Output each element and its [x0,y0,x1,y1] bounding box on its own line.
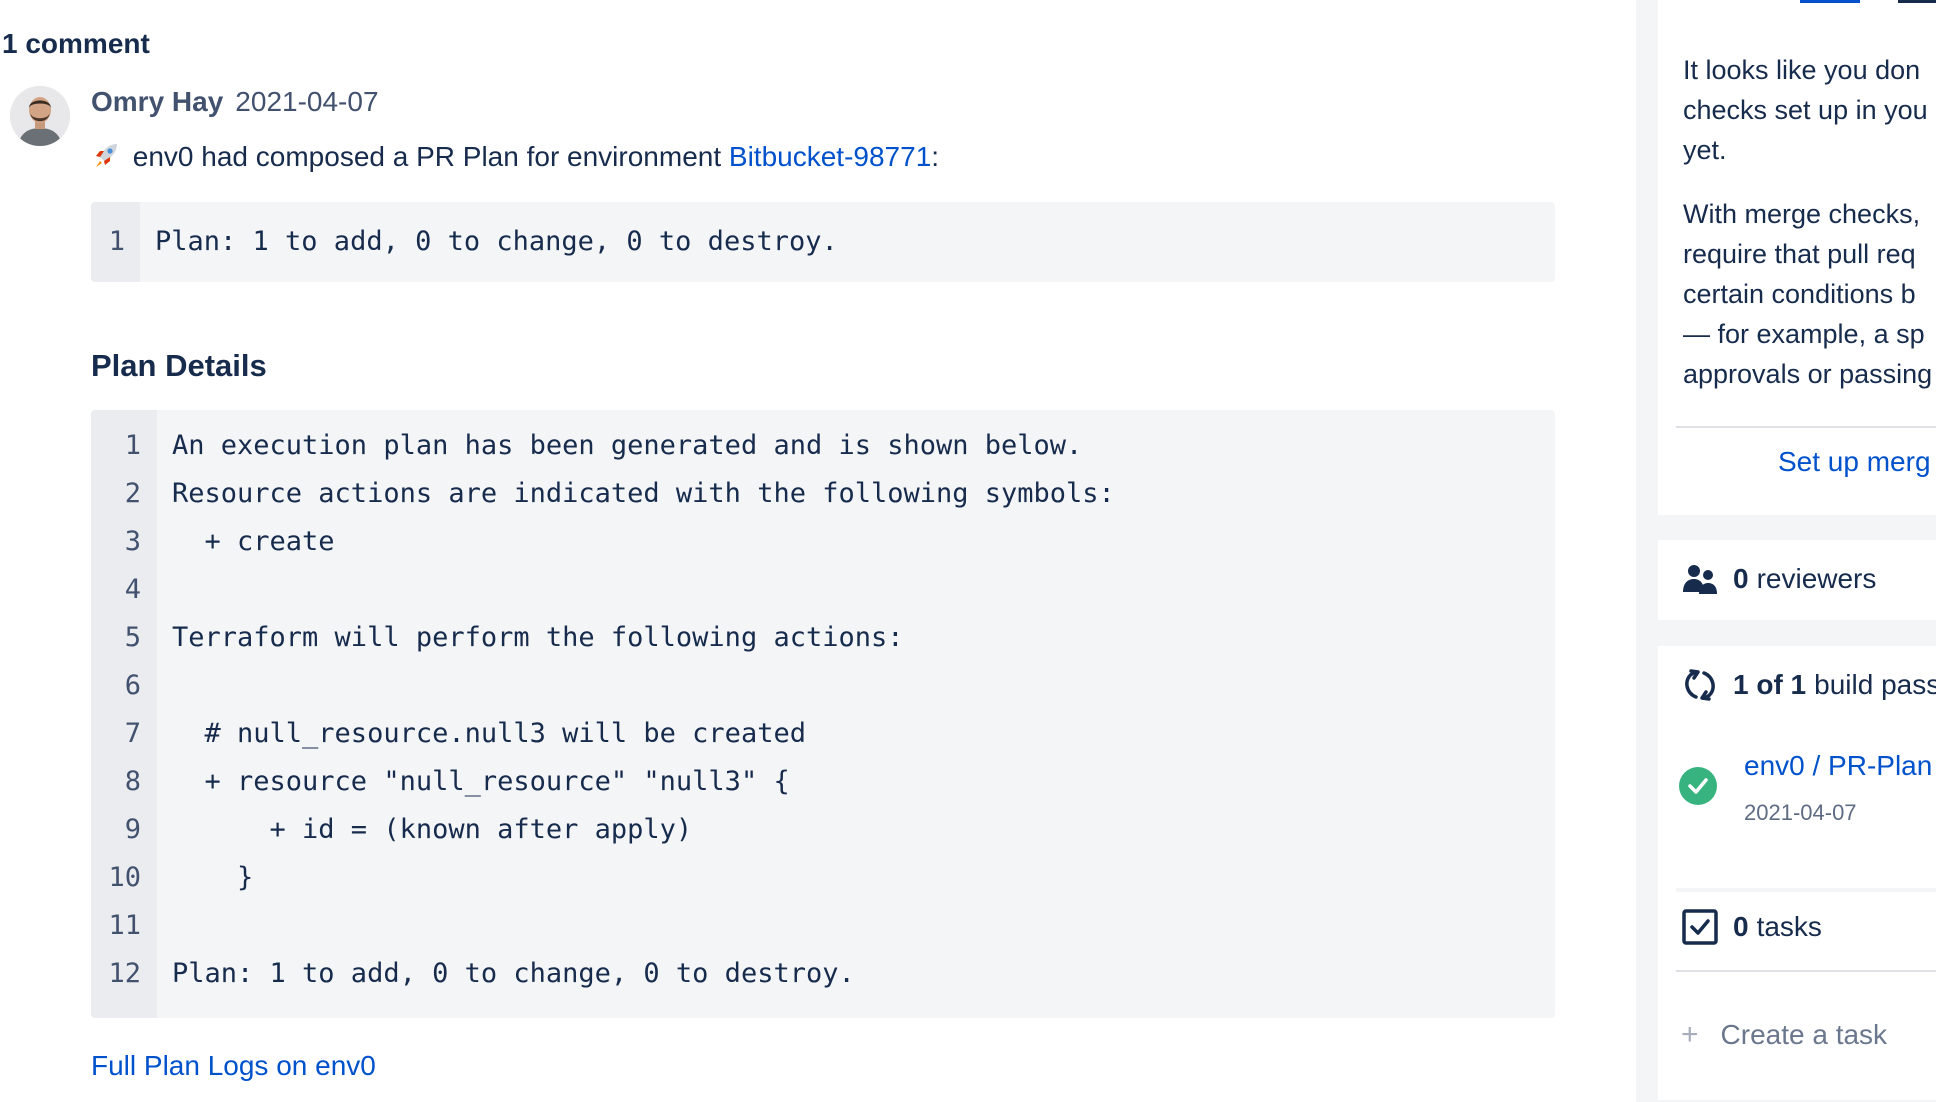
line-number: 12 [108,958,141,989]
code-line: 6 [91,662,172,710]
line-number: 11 [108,910,141,941]
plan-details-title: Plan Details [91,348,267,383]
code-text: Terraform will perform the following act… [172,622,904,653]
code-text: + resource "null_resource" "null3" { [172,766,790,797]
line-number: 10 [108,862,141,893]
line-number: 1 [124,430,141,461]
tab-indicator [1898,0,1936,3]
code-line: 10 } [91,854,253,902]
refresh-icon [1685,669,1715,701]
builds-label: build pass [1814,669,1936,700]
setup-merge-checks-link[interactable]: Set up merg [1778,446,1931,478]
code-line: 12 Plan: 1 to add, 0 to change, 0 to dest… [91,950,855,998]
create-task-label: Create a task [1720,1019,1888,1050]
code-text: Plan: 1 to add, 0 to change, 0 to destro… [155,226,838,257]
merge-checks-text-line: require that pull req [1683,239,1916,269]
card-gap [1676,888,1936,892]
code-line: 8 + resource "null_resource" "null3" { [91,758,790,806]
line-number: 5 [124,622,141,653]
builds-count: 1 of 1 [1733,669,1807,700]
reviewers-label: reviewers [1756,563,1877,594]
merge-checks-text-line: — for example, a sp [1683,319,1925,349]
comment-text: env0 had composed a PR Plan for environm… [132,141,722,172]
code-line: 4 [91,566,172,614]
code-line: 11 [91,902,172,950]
plan-details-code-block: 1 An execution plan has been generated an… [91,410,1555,1018]
avatar-image [10,86,70,146]
environment-link[interactable]: Bitbucket-98771 [729,141,931,172]
merge-checks-text-line: checks set up in you [1683,95,1928,125]
merge-checks-text-line: It looks like you don [1683,55,1921,85]
comment-date[interactable]: 2021-04-07 [235,86,378,117]
code-text: } [172,862,254,893]
code-text: Plan: 1 to add, 0 to change, 0 to destro… [172,958,855,989]
pull-request-activity: 1 comment Omry Hay 2021-04-07 env0 had co… [0,0,1600,1102]
reviewers-count: 0 [1733,563,1749,594]
code-line: 3 + create [91,518,335,566]
code-text: + create [172,526,335,557]
tasks-label: tasks [1756,911,1822,942]
code-line: 7 # null_resource.null3 will be created [91,710,806,758]
line-number: 7 [124,718,141,749]
builds-row[interactable]: 1 of 1 build pass [1681,666,1936,704]
checkbox-icon [1682,909,1718,945]
tasks-row[interactable]: 0 tasks [1681,908,1822,946]
merge-checks-text-line: approvals or passing [1683,359,1933,389]
create-task-button[interactable]: + Create a task [1681,1018,1887,1052]
active-tab-indicator [1800,0,1860,3]
people-icon [1683,565,1717,594]
code-text: + id = (known after apply) [172,814,693,845]
line-number: 3 [124,526,141,557]
sidebar: It looks like you don checks set up in y… [1636,0,1936,1102]
divider [1676,426,1936,428]
line-number: 8 [124,766,141,797]
comment-body: env0 had composed a PR Plan for environm… [91,140,939,173]
divider [1676,970,1936,972]
merge-checks-text-line: With merge checks, [1683,199,1921,229]
line-number: 9 [124,814,141,845]
build-link[interactable]: env0 / PR-Plan [1744,750,1932,782]
line-number: 1 [108,226,125,257]
plan-summary-code-block: 1 Plan: 1 to add, 0 to change, 0 to destr… [91,202,1555,282]
code-line: 1 An execution plan has been generated an… [91,422,1083,470]
line-number: 6 [124,670,141,701]
code-text: An execution plan has been generated and… [172,430,1083,461]
code-line: 1 Plan: 1 to add, 0 to change, 0 to destr… [91,218,838,266]
merge-checks-text-line: certain conditions b [1683,279,1916,309]
code-text: Resource actions are indicated with the … [172,478,1115,509]
code-line: 5 Terraform will perform the following ac… [91,614,904,662]
tasks-count: 0 [1733,911,1749,942]
full-plan-logs-link[interactable]: Full Plan Logs on env0 [91,1050,376,1082]
comment-count: 1 comment [2,28,150,59]
code-line: 9 + id = (known after apply) [91,806,692,854]
rocket-icon [96,144,117,167]
line-number: 4 [124,574,141,605]
plus-icon: + [1681,1018,1699,1051]
comment-text-suffix: : [931,141,940,172]
comment-author[interactable]: Omry Hay [91,86,223,117]
line-number: 2 [124,478,141,509]
build-date: 2021-04-07 [1744,800,1857,825]
code-line: 2 Resource actions are indicated with the… [91,470,1115,518]
avatar[interactable] [10,86,70,146]
comment-header: Omry Hay 2021-04-07 [91,86,379,118]
code-text: # null_resource.null3 will be created [172,718,806,749]
merge-checks-text-line: yet. [1683,135,1727,165]
check-circle-icon [1679,767,1717,805]
reviewers-row[interactable]: 0 reviewers [1681,560,1876,598]
